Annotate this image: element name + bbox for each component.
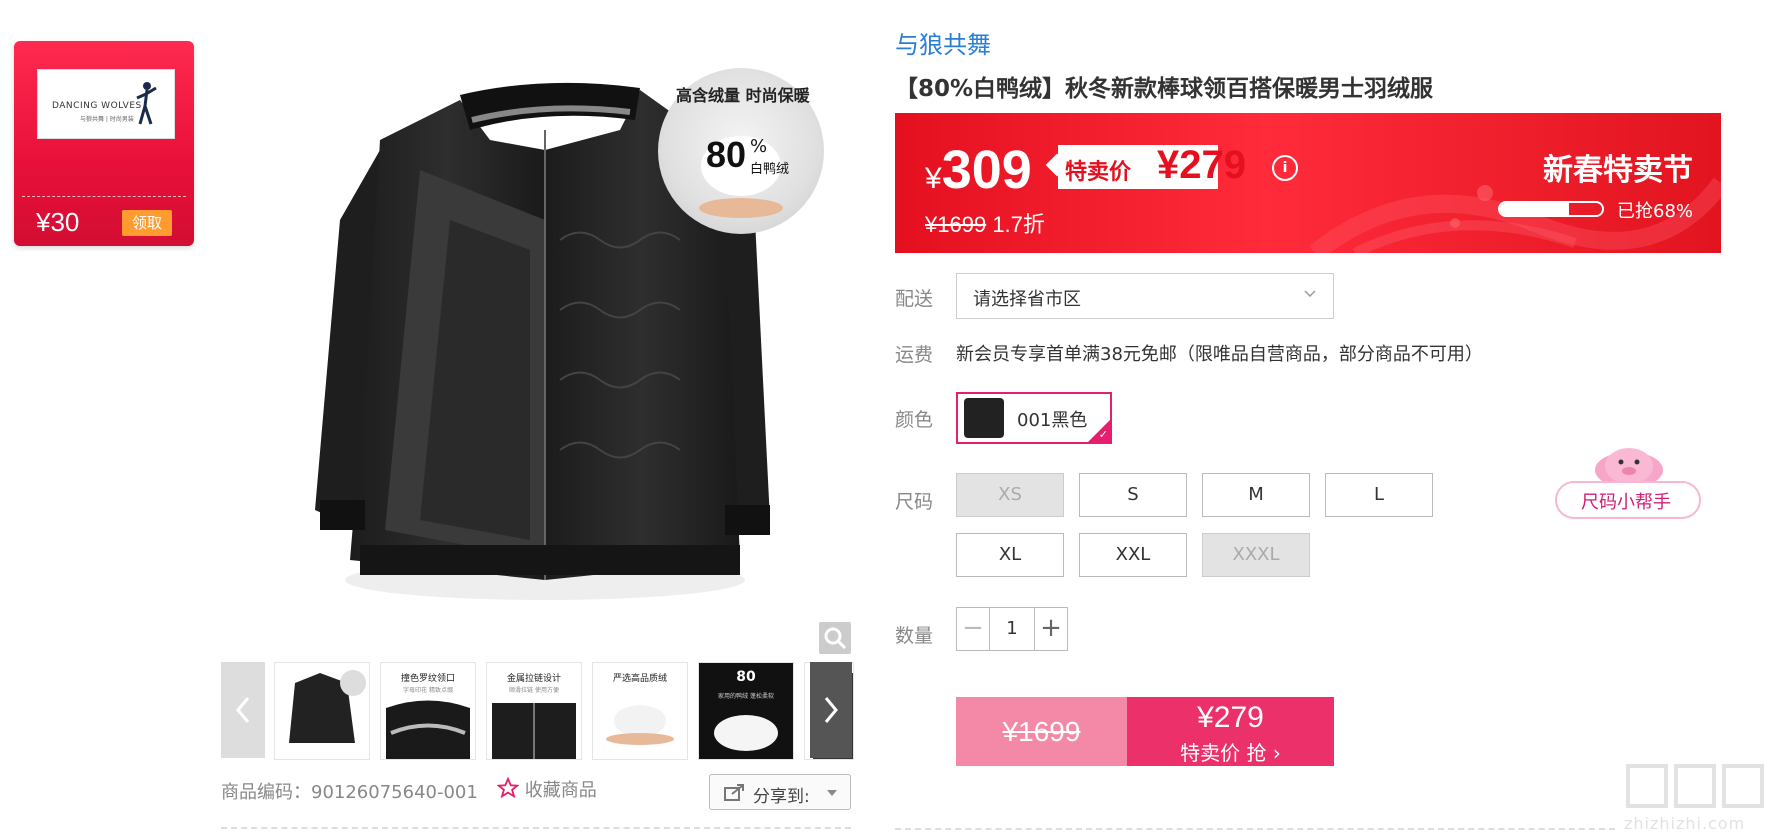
color-option-black[interactable]: 001黑色 ✓ [956,392,1112,444]
thumbnail-jacket-image [289,670,366,743]
coupon-amount: ¥30 [36,207,80,237]
favorite-label: 收藏商品 [524,780,597,801]
shipping-fee-label: 运费 [895,344,934,366]
thumbnail-prev-button[interactable] [221,662,265,758]
size-option-xxxl[interactable]: XXXL [1202,533,1310,577]
thumbnail-4[interactable]: 严选高品质绒 [592,662,688,760]
quantity-label: 数量 [895,625,934,647]
brand-logo-text: DANCING WOLVES [52,101,142,111]
shipping-fee-text: 新会员专享首单满38元免邮（限唯品自营商品，部分商品不可用） [956,344,1483,365]
brand-coupon-card[interactable]: DANCING WOLVES 与狼共舞 | 时尚男装 ¥30 领取 [14,41,194,246]
size-label: 尺码 [895,491,934,513]
dancer-figure-icon [136,82,157,125]
sold-progress-text: 已抢68% [1617,201,1694,222]
buy-now-button[interactable]: ¥279 特卖价 抢 › [1127,697,1334,766]
caret-down-icon [827,790,837,796]
share-dropdown[interactable]: 分享到: [709,774,851,810]
thumbnail-caption: 撞色罗纹领口 [400,674,455,684]
quantity-input[interactable]: 1 [990,608,1034,650]
size-option-xxl[interactable]: XXL [1079,533,1187,577]
star-icon [496,776,520,799]
checkmark-icon: ✓ [1098,428,1108,441]
discount-rate: 1.7折 [992,212,1045,237]
buy-action-label: 特卖价 抢 › [1180,741,1281,765]
size-helper-button[interactable]: 尺码小帮手 [1555,481,1701,519]
region-select-value: 请选择省市区 [973,289,1081,310]
quantity-decrease-button[interactable]: − [957,608,990,650]
festival-title: 新春特卖节 [1543,153,1693,188]
buy-sale-price: ¥279 [1197,701,1264,734]
thumbnail-caption: 严选高品质绒 [612,674,667,684]
site-watermark: zhizhizhi.com [1624,760,1766,835]
size-option-m[interactable]: M [1202,473,1310,517]
favorite-button[interactable]: 收藏商品 [496,776,597,802]
badge-percent-sign: % [750,136,768,157]
original-price-row: ¥1699 1.7折 [925,207,1045,239]
sold-progress-bar [1498,201,1604,217]
badge-sub-text: 白鸭绒 [750,162,790,177]
thumbnail-3[interactable]: 金属拉链设计 顺滑拉链 使用方便 [486,662,582,760]
chevron-left-icon [236,697,250,723]
main-product-image[interactable]: 高含绒量 时尚保暖 80 % 白鸭绒 [290,20,860,620]
color-thumbnail [964,398,1004,438]
region-select[interactable]: 请选择省市区 [956,273,1334,319]
price-banner: ¥309 ¥1699 1.7折 特卖价 ¥279 i 新春特卖节 已抢68% [895,113,1721,253]
sold-progress-fill [1500,203,1570,215]
current-price-value: 309 [941,140,1032,200]
size-helper-label: 尺码小帮手 [1581,492,1671,513]
thumbnail-caption: 金属拉链设计 [506,674,561,684]
divider [221,827,851,829]
size-option-s[interactable]: S [1079,473,1187,517]
product-title: 【80%白鸭绒】秋冬新款棒球领百搭保暖男士羽绒服 [895,76,1434,102]
brand-logo: DANCING WOLVES 与狼共舞 | 时尚男装 [37,69,175,139]
thumbnail-subcaption: 家用的鸭绒 蓬松柔软 [718,693,774,700]
down-content-badge: 高含绒量 时尚保暖 80 % 白鸭绒 [658,68,824,234]
sku-code: 商品编码：90126075640-001 [221,782,478,803]
divider [895,828,1615,830]
chevron-down-icon [1304,290,1316,298]
brand-logo-subtext: 与狼共舞 | 时尚男装 [80,116,134,123]
brand-link[interactable]: 与狼共舞 [895,25,991,60]
quantity-stepper: − 1 + [956,607,1068,651]
size-option-xl[interactable]: XL [956,533,1064,577]
original-price: ¥1699 [925,212,987,237]
magnifier-icon [824,627,847,650]
thumbnail-subcaption: 字母印花 精致点缀 [403,687,453,694]
coupon-strip: ¥30 领取 [22,196,186,243]
thumbnail-next-button[interactable] [810,662,852,758]
info-icon[interactable]: i [1272,155,1298,181]
share-label: 分享到: [753,787,810,807]
sale-price-label: 特卖价 [1065,160,1132,185]
size-option-l[interactable]: L [1325,473,1433,517]
original-price-button[interactable]: ¥1699 [956,697,1127,766]
delivery-label: 配送 [895,288,934,310]
claim-coupon-button[interactable]: 领取 [122,210,172,236]
thumbnail-1[interactable] [274,662,370,760]
thumbnail-subcaption: 顺滑拉链 使用方便 [509,687,559,694]
quantity-increase-button[interactable]: + [1034,608,1067,650]
watermark-text: zhizhizhi.com [1624,814,1746,833]
thumbnail-caption: 80 [736,669,756,685]
badge-percent: 80 [706,134,747,175]
sale-price-value: ¥279 [1157,143,1246,187]
share-icon [724,784,744,801]
buy-original-price: ¥1699 [1002,716,1081,747]
currency-symbol: ¥ [925,162,942,195]
color-label: 颜色 [895,409,934,431]
current-price: ¥309 [925,139,1032,201]
zoom-button[interactable] [819,622,851,654]
size-option-xs[interactable]: XS [956,473,1064,517]
watermark-logo-icon [1626,764,1764,808]
thumbnail-5[interactable]: 80 家用的鸭绒 蓬松柔软 [698,662,794,760]
color-option-label: 001黑色 [1017,410,1088,431]
chevron-right-icon [824,697,838,723]
pig-mascot-icon [1595,448,1663,486]
thumbnail-2[interactable]: 撞色罗纹领口 字母印花 精致点缀 [380,662,476,760]
badge-top-text: 高含绒量 时尚保暖 [676,86,810,105]
